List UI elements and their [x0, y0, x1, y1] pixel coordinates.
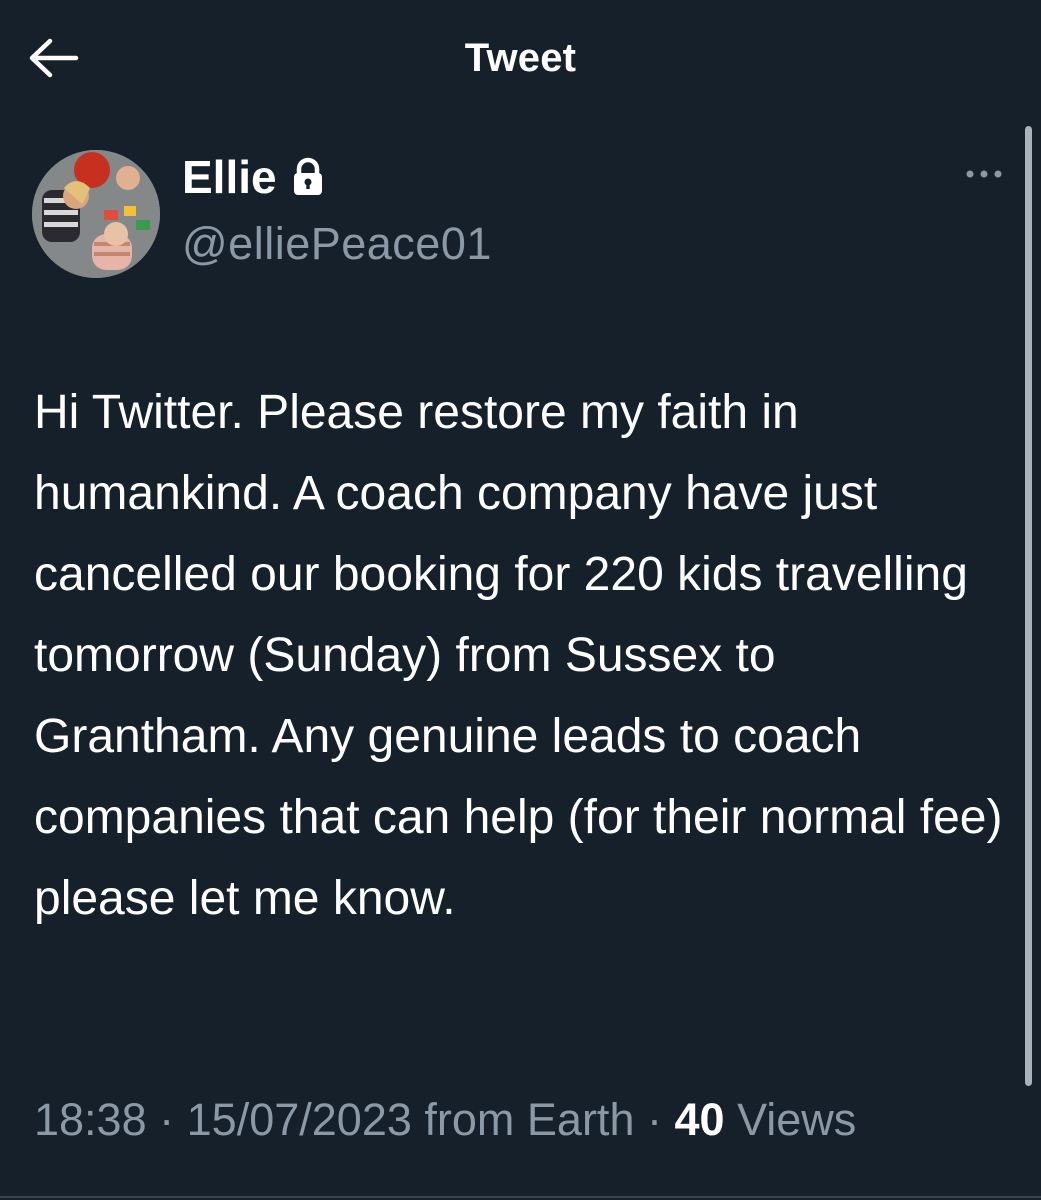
- views-count[interactable]: 40: [675, 1094, 725, 1145]
- tweet-time[interactable]: 18:38: [34, 1094, 147, 1145]
- divider: [0, 1196, 1041, 1198]
- more-horizontal-icon: [964, 166, 1004, 184]
- page-title: Tweet: [464, 36, 577, 80]
- display-name: Ellie: [182, 151, 277, 203]
- tweet-date[interactable]: 15/07/2023: [187, 1094, 412, 1145]
- author-name-row[interactable]: Ellie: [182, 150, 325, 204]
- avatar[interactable]: [32, 150, 160, 278]
- views-label[interactable]: Views: [737, 1094, 856, 1145]
- top-bar: Tweet: [0, 0, 1041, 120]
- author-handle[interactable]: @elliePeace01: [182, 218, 492, 270]
- profile-photo: [32, 150, 160, 278]
- meta-separator: ·: [646, 1094, 662, 1145]
- tweet-meta: 18:38 · 15/07/2023 from Earth · 40 Views: [34, 1094, 856, 1146]
- more-options-button[interactable]: [960, 160, 1008, 190]
- meta-separator: ·: [159, 1094, 175, 1145]
- tweet-source: from Earth: [424, 1094, 635, 1145]
- scrollbar[interactable]: [1025, 126, 1032, 1086]
- lock-icon: [291, 157, 325, 197]
- tweet-text: Hi Twitter. Please restore my faith in h…: [34, 386, 1003, 925]
